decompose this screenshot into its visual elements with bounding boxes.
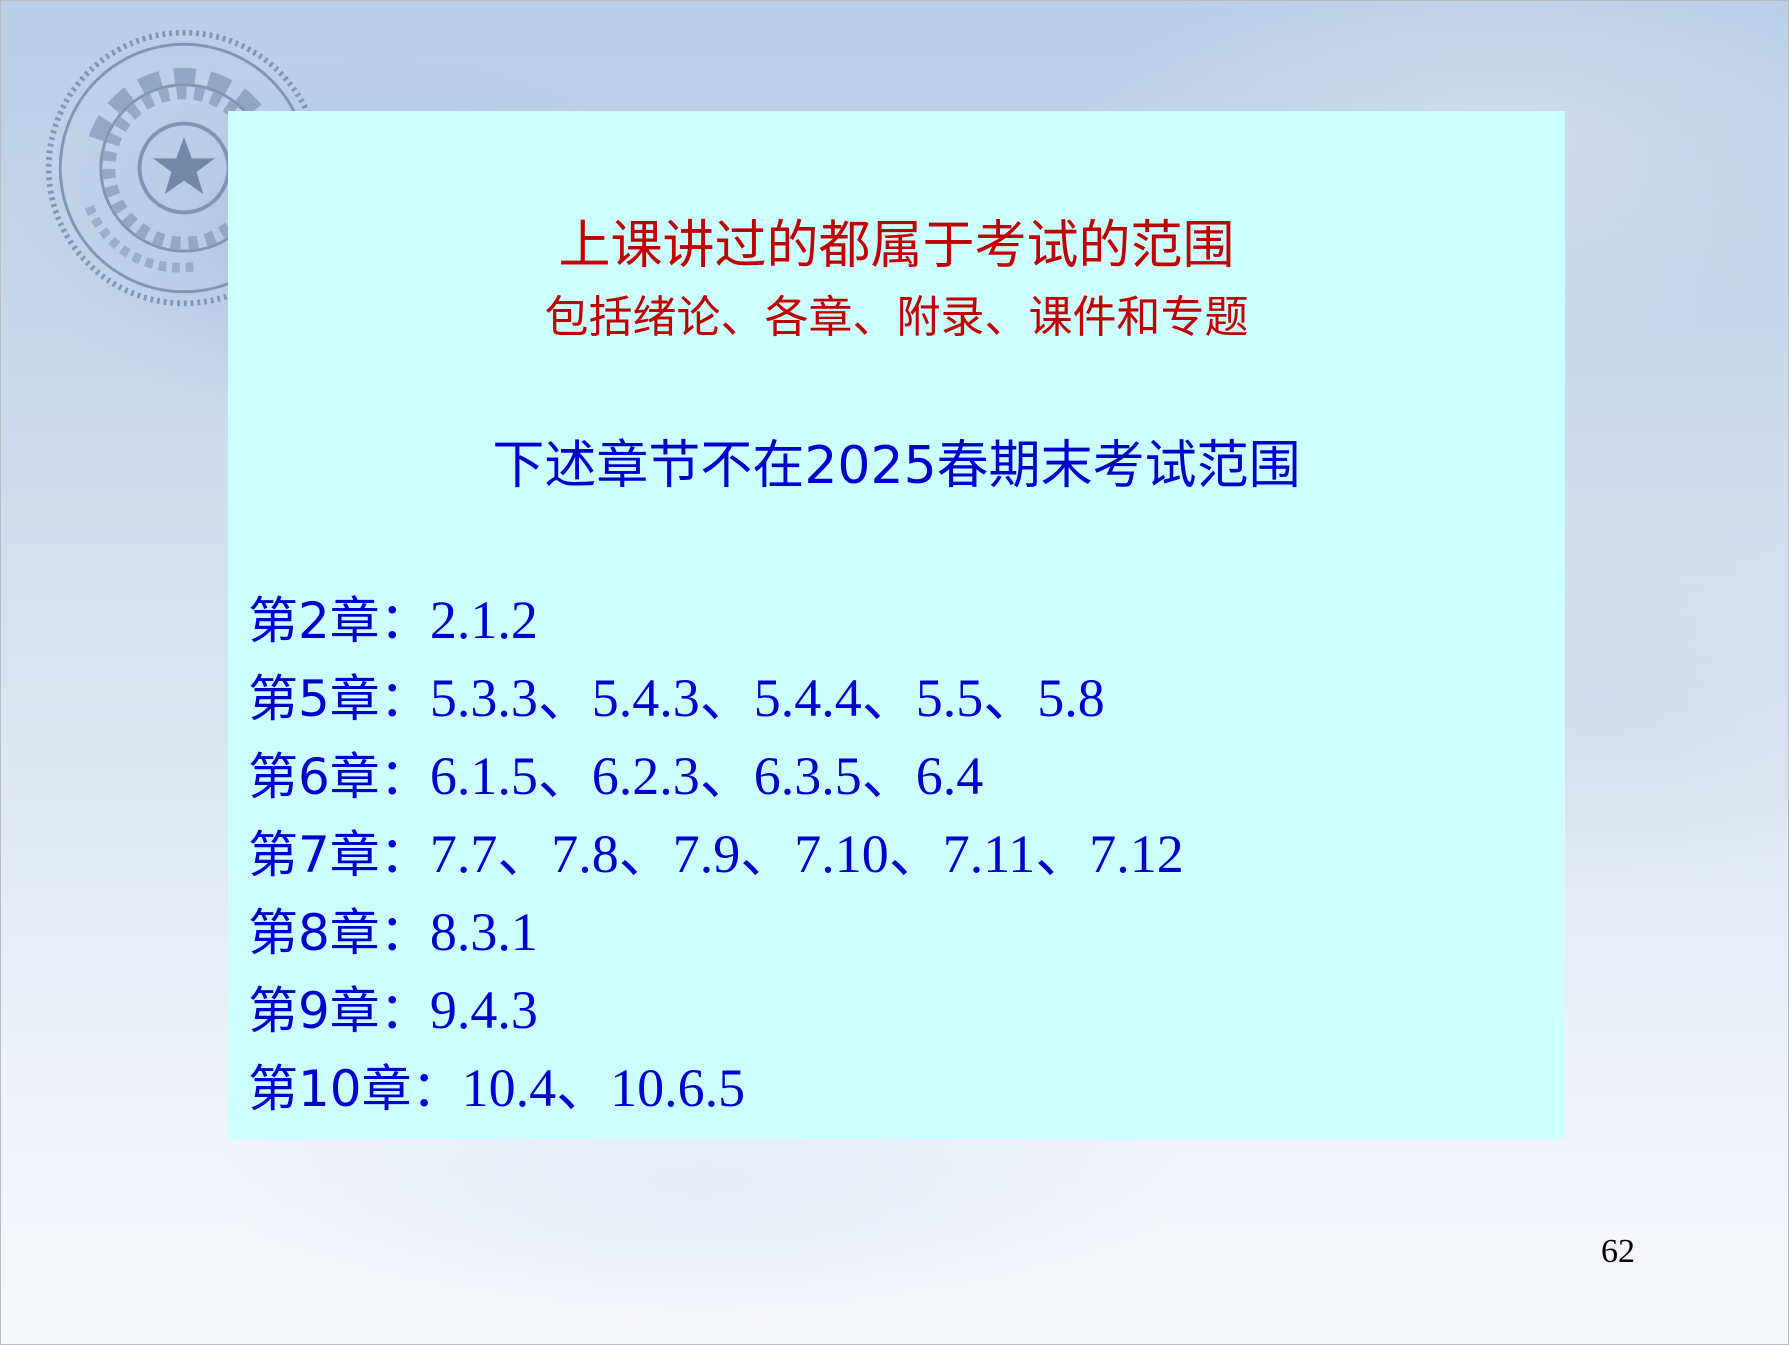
chapter-label: 第9章：	[248, 982, 430, 1040]
excluded-sections-list: 第2章：2.1.2 第5章：5.3.3、5.4.3、5.4.4、5.5、5.8 …	[248, 581, 1184, 1127]
chapter-label: 第2章：	[248, 592, 430, 650]
chapter-label: 第6章：	[248, 748, 430, 806]
section-numbers: 2.1.2	[429, 590, 538, 650]
slide-subtitle: 包括绪论、各章、附录、课件和专题	[544, 292, 1249, 343]
section-numbers: 7.7、7.8、7.9、7.10、7.11、7.12	[429, 824, 1184, 884]
section-numbers: 8.3.1	[429, 902, 538, 962]
list-item: 第9章：9.4.3	[248, 971, 1184, 1049]
chapter-label: 第5章：	[248, 670, 430, 728]
content-panel: 上课讲过的都属于考试的范围 包括绪论、各章、附录、课件和专题 下述章节不在202…	[228, 111, 1565, 1139]
section-numbers: 6.1.5、6.2.3、6.3.5、6.4	[429, 746, 984, 806]
chapter-label: 第8章：	[248, 904, 430, 962]
section-numbers: 9.4.3	[429, 980, 538, 1040]
list-item: 第8章：8.3.1	[248, 893, 1184, 971]
slide-title: 上课讲过的都属于考试的范围	[558, 216, 1235, 276]
list-item: 第7章：7.7、7.8、7.9、7.10、7.11、7.12	[248, 815, 1184, 893]
list-item: 第2章：2.1.2	[248, 581, 1184, 659]
chapter-label: 第7章：	[248, 826, 430, 884]
chapter-label: 第10章：	[248, 1060, 462, 1118]
section-numbers: 5.3.3、5.4.3、5.4.4、5.5、5.8	[429, 668, 1105, 728]
slide: 上课讲过的都属于考试的范围 包括绪论、各章、附录、课件和专题 下述章节不在202…	[0, 0, 1789, 1345]
list-item: 第5章：5.3.3、5.4.3、5.4.4、5.5、5.8	[248, 659, 1184, 737]
list-item: 第6章：6.1.5、6.2.3、6.3.5、6.4	[248, 737, 1184, 815]
page-number: 62	[1601, 1233, 1635, 1270]
section-numbers: 10.4、10.6.5	[461, 1058, 746, 1118]
list-item: 第10章：10.4、10.6.5	[248, 1049, 1184, 1127]
excluded-heading: 下述章节不在2025春期末考试范围	[492, 436, 1301, 496]
